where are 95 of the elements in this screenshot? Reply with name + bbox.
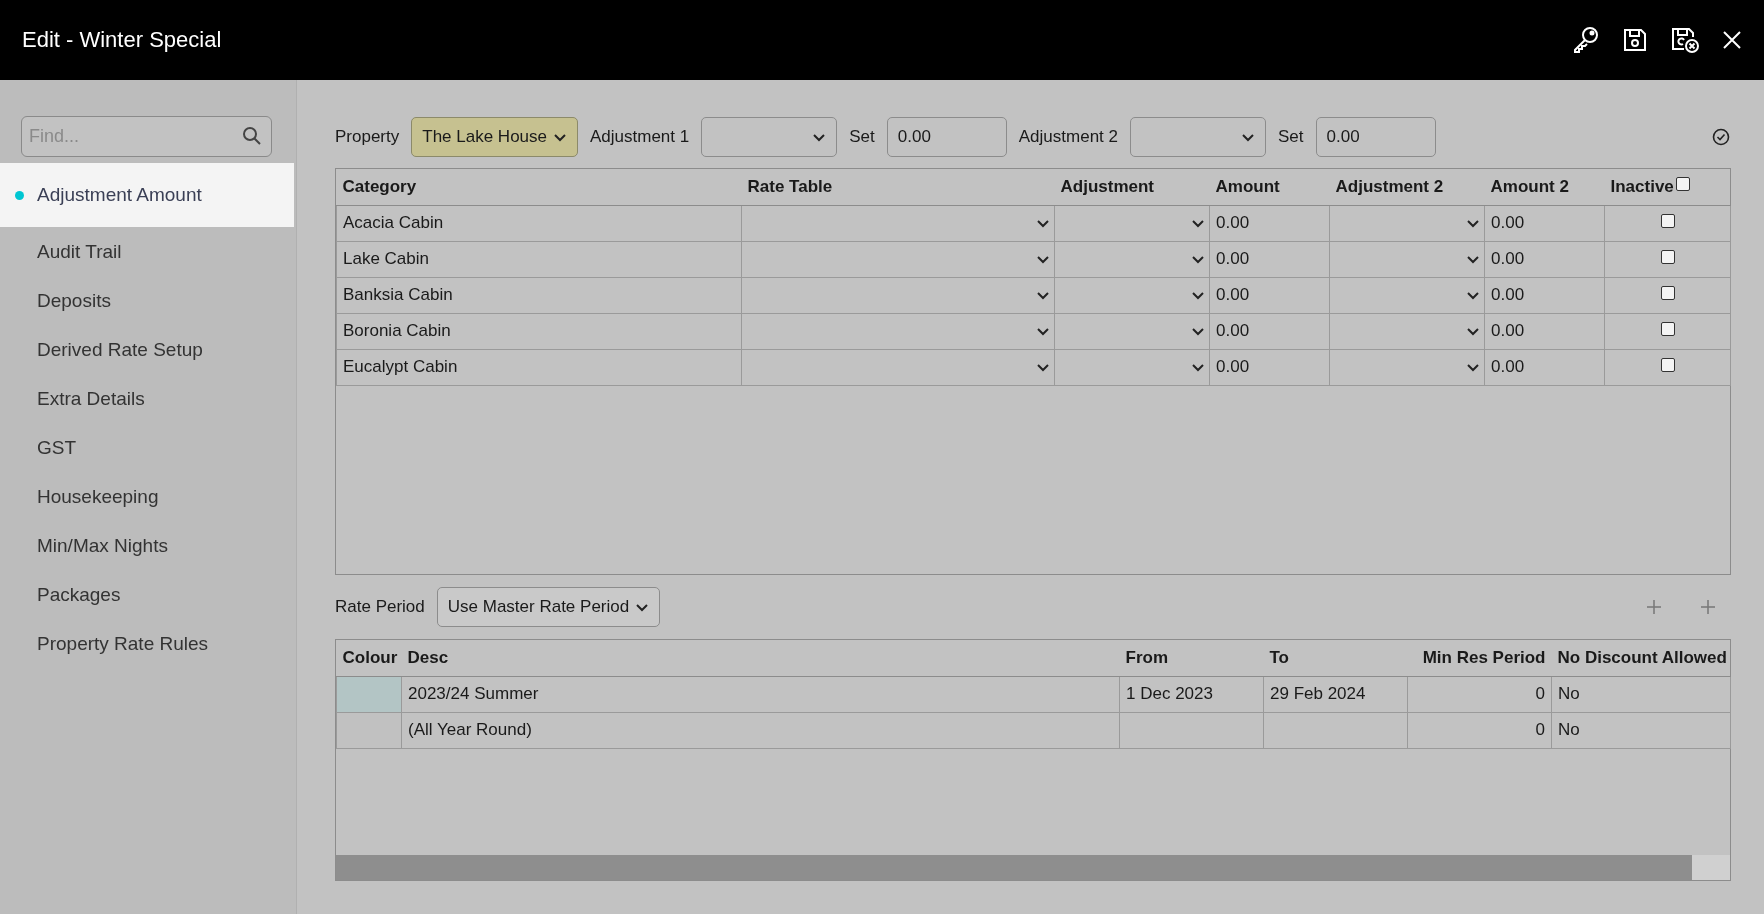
adjustment-label: Adjustment 1 [590,127,690,147]
table-cell: 1 Dec 2023 [1119,676,1264,712]
table-cell: Acacia Cabin [336,205,742,241]
key-icon[interactable] [1572,26,1600,54]
amount-field[interactable]: 0.00 [1484,277,1605,313]
table-cell: Lake Cabin [336,241,742,277]
add-icon[interactable] [1646,599,1662,615]
checkbox[interactable] [1660,322,1675,336]
search-field[interactable]: Find... [21,116,272,157]
column-header: To [1263,640,1408,676]
sidebar-item[interactable]: Housekeeping [0,472,296,521]
amount-field[interactable]: 0.00 [1209,313,1330,349]
column-header: From [1119,640,1264,676]
table-cell: 0 [1407,676,1552,712]
chevron-icon [1191,326,1205,336]
amount-field[interactable]: 0.00 [1209,349,1330,385]
table-cell: Boronia Cabin [336,313,742,349]
chevron-icon [1036,254,1050,264]
checkbox[interactable] [1675,176,1690,191]
sidebar-item[interactable]: Extra Details [0,374,296,423]
chevron-icon [1191,362,1205,372]
chevron-icon [1241,132,1255,142]
column-header: Rate Table [741,169,1055,205]
add-icon[interactable] [1700,599,1716,615]
selected-dot-icon [15,190,24,200]
sidebar-item[interactable]: Audit Trail [0,227,296,276]
chevron-icon [1191,290,1205,300]
horizontal-scrollbar[interactable] [336,855,1730,880]
chevron-icon [1466,362,1480,372]
chevron-icon [553,132,567,142]
table-cell: 2023/24 Summer [401,676,1120,712]
chevron-icon [1466,254,1480,264]
column-header: Amount [1209,169,1330,205]
window-title: Edit - Winter Special [22,27,222,53]
chevron-icon [1191,218,1205,228]
chevron-icon [1036,326,1050,336]
sidebar-item[interactable]: Adjustment Amount [0,163,294,227]
column-header: Inactive [1610,176,1674,196]
table-cell: No [1551,676,1731,712]
checkbox[interactable] [1660,214,1675,228]
column-header: Category [336,169,742,205]
property-label: Property [335,127,400,147]
table-cell: 29 Feb 2024 [1263,676,1408,712]
amount-field[interactable]: 0.00 [1484,313,1605,349]
set-field[interactable]: 0.00 [886,117,1007,157]
chevron-icon [1036,362,1050,372]
check-circle-icon[interactable] [1712,128,1730,146]
chevron-icon [1466,326,1480,336]
amount-field[interactable]: 0.00 [1209,277,1330,313]
adjustment-label: Adjustment 2 [1018,127,1118,147]
chevron-icon [635,602,650,612]
column-header: Adjustment [1054,169,1210,205]
checkbox[interactable] [1660,358,1675,372]
chevron-icon [1191,254,1205,264]
chevron-icon [1036,290,1050,300]
chevron-icon [1466,218,1480,228]
table-cell: (All Year Round) [401,712,1120,748]
rate-period-label: Rate Period [335,597,425,617]
set-label: Set [849,127,875,147]
sidebar-item[interactable]: GST [0,423,296,472]
sidebar-item[interactable]: Min/Max Nights [0,521,296,570]
column-header: Colour [336,640,402,676]
chevron-icon [1036,218,1050,228]
save-close-icon[interactable] [1670,26,1700,54]
sidebar-item[interactable]: Deposits [0,276,296,325]
amount-field[interactable]: 0.00 [1209,241,1330,277]
amount-field[interactable]: 0.00 [1484,349,1605,385]
set-field[interactable]: 0.00 [1315,117,1436,157]
table-cell: Banksia Cabin [336,277,742,313]
amount-field[interactable]: 0.00 [1209,205,1330,241]
column-header: No Discount Allowed [1551,640,1731,676]
property-dropdown[interactable]: The Lake House [411,117,578,157]
table-cell: Eucalypt Cabin [336,349,742,385]
adjustment-dropdown[interactable] [701,117,838,157]
chevron-icon [812,132,827,142]
close-icon[interactable] [1722,30,1742,50]
column-header: Adjustment 2 [1329,169,1485,205]
table-cell: No [1551,712,1731,748]
checkbox[interactable] [1660,286,1675,300]
chevron-icon [1466,290,1480,300]
sidebar-item[interactable]: Derived Rate Setup [0,325,296,374]
column-header: Desc [401,640,1120,676]
amount-field[interactable]: 0.00 [1484,205,1605,241]
amount-field[interactable]: 0.00 [1484,241,1605,277]
sidebar-item[interactable]: Packages [0,570,296,619]
search-icon [242,126,262,146]
table-cell: 0 [1407,712,1552,748]
rate-period-dropdown[interactable]: Use Master Rate Period [436,587,661,627]
checkbox[interactable] [1660,250,1675,264]
adjustment-dropdown[interactable] [1130,117,1266,157]
column-header: Min Res Period [1407,640,1552,676]
set-label: Set [1278,127,1304,147]
column-header: Amount 2 [1484,169,1605,205]
save-icon[interactable] [1622,27,1648,53]
sidebar-item[interactable]: Property Rate Rules [0,619,296,668]
